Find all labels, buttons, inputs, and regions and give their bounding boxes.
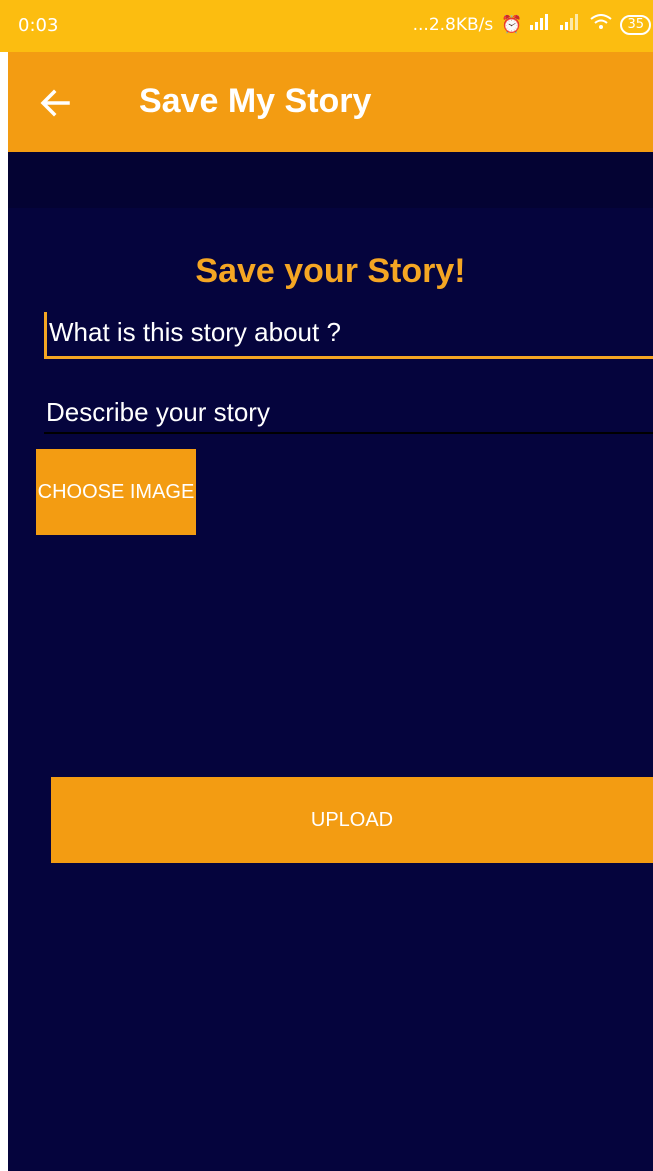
network-speed: ...2.8KB/s [412, 14, 494, 35]
app-bar: Save My Story [8, 52, 653, 152]
app-title: Save My Story [139, 82, 372, 120]
wifi-icon [590, 14, 613, 35]
status-time: 0:03 [18, 15, 59, 36]
about-field [44, 312, 653, 359]
arrow-left-icon [40, 89, 70, 117]
story-description-input[interactable] [44, 392, 653, 432]
signal-icon [530, 14, 552, 35]
back-button[interactable] [34, 80, 80, 126]
battery-icon: 35 [620, 14, 651, 35]
story-about-input[interactable] [47, 312, 653, 352]
alarm-icon: ⏰ [501, 14, 523, 35]
description-field [44, 392, 653, 434]
upload-button[interactable]: UPLOAD [51, 777, 653, 863]
content-shade [8, 152, 653, 208]
choose-image-button[interactable]: CHOOSE IMAGE [36, 449, 196, 535]
main-content: Save your Story! CHOOSE IMAGE UPLOAD [8, 152, 653, 1171]
signal-2-icon [560, 14, 582, 35]
status-bar: 0:03 ...2.8KB/s ⏰ 35 [0, 0, 653, 52]
status-icons: ...2.8KB/s ⏰ 35 [413, 14, 651, 35]
page-heading: Save your Story! [195, 252, 466, 290]
